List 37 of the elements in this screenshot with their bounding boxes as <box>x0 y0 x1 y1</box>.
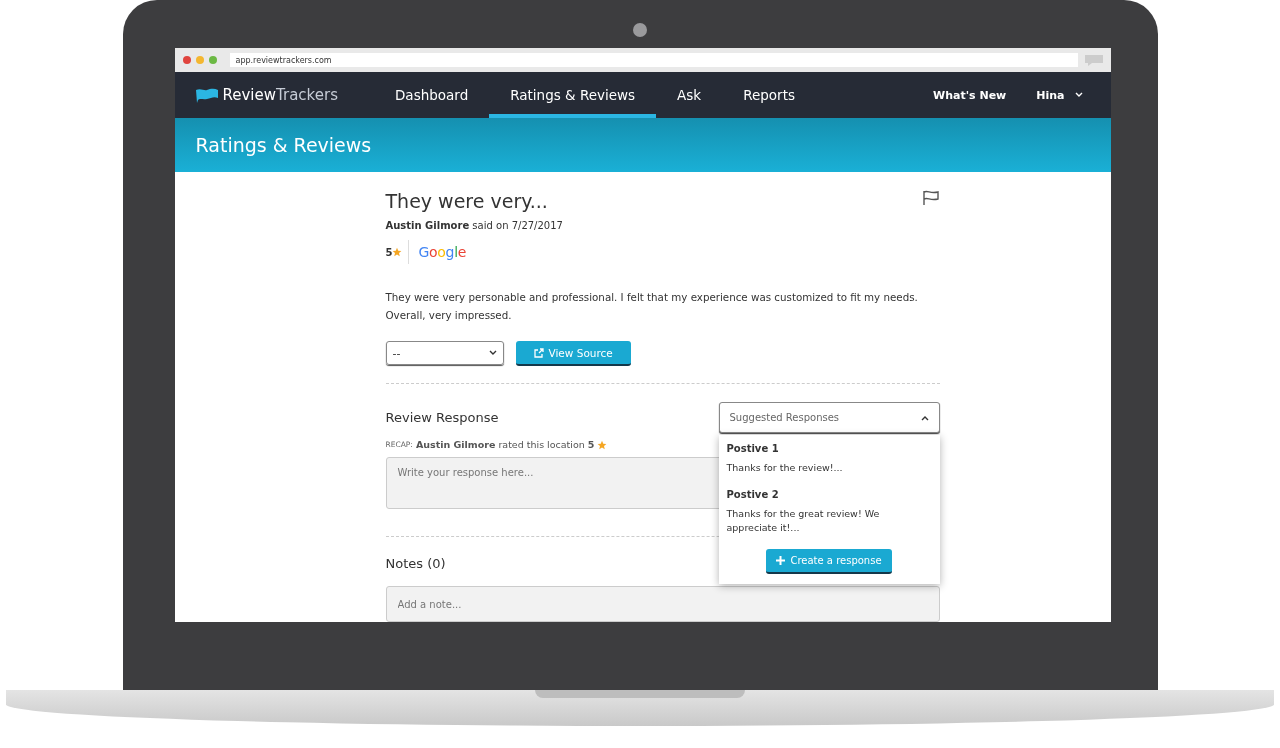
response-preview[interactable]: Thanks for the review!... <box>726 461 932 475</box>
section-title: Notes (0) <box>385 556 446 572</box>
address-bar[interactable]: app.reviewtrackers.com <box>229 53 1078 67</box>
whats-new-link[interactable]: What's New <box>925 72 1015 118</box>
status-select[interactable]: -- <box>385 341 504 365</box>
rating-value: 5 <box>385 246 393 258</box>
note-field[interactable]: Add a note... <box>385 586 940 622</box>
logo-icon <box>194 87 219 103</box>
source-logo: Google <box>418 244 467 260</box>
star-icon <box>597 439 608 450</box>
external-link-icon <box>533 347 544 358</box>
section-title: Review Response <box>385 410 499 425</box>
chevron-down-icon <box>488 350 497 356</box>
suggested-responses-dropdown[interactable]: Suggested Responses <box>718 402 940 433</box>
nav-tab[interactable]: Ask <box>656 72 723 118</box>
star-icon <box>392 247 403 257</box>
minimize-dot-icon[interactable] <box>195 56 204 64</box>
user-menu[interactable]: Hina <box>1028 72 1091 118</box>
review-byline: Austin Gilmore said on 7/27/2017 <box>385 220 564 231</box>
camera-icon <box>632 23 647 37</box>
chevron-down-icon <box>1074 92 1083 98</box>
nav-tab[interactable]: Dashboard <box>373 72 490 118</box>
nav-tab[interactable]: Reports <box>722 72 816 118</box>
brand-name: ReviewTrackers <box>222 86 338 104</box>
flag-icon[interactable] <box>921 190 940 206</box>
response-preview[interactable]: Thanks for the great review! We appreciate it!... <box>726 507 932 535</box>
review-title: They were very... <box>385 190 548 212</box>
chevron-up-icon <box>920 414 929 421</box>
response-name[interactable]: Postive 1 <box>726 443 932 454</box>
maximize-dot-icon[interactable] <box>208 56 217 64</box>
page-title: Ratings & Reviews <box>195 134 372 156</box>
review-text: They were very personable and professional. I felt that my experience was customized to fit my needs. Overall, very impressed. <box>385 290 919 323</box>
chat-icon <box>1082 54 1105 66</box>
close-dot-icon[interactable] <box>182 56 191 64</box>
response-name[interactable]: Postive 2 <box>726 489 932 500</box>
recap-text: Austin Gilmore rated this location 5 <box>415 439 595 450</box>
plus-icon <box>776 556 786 565</box>
